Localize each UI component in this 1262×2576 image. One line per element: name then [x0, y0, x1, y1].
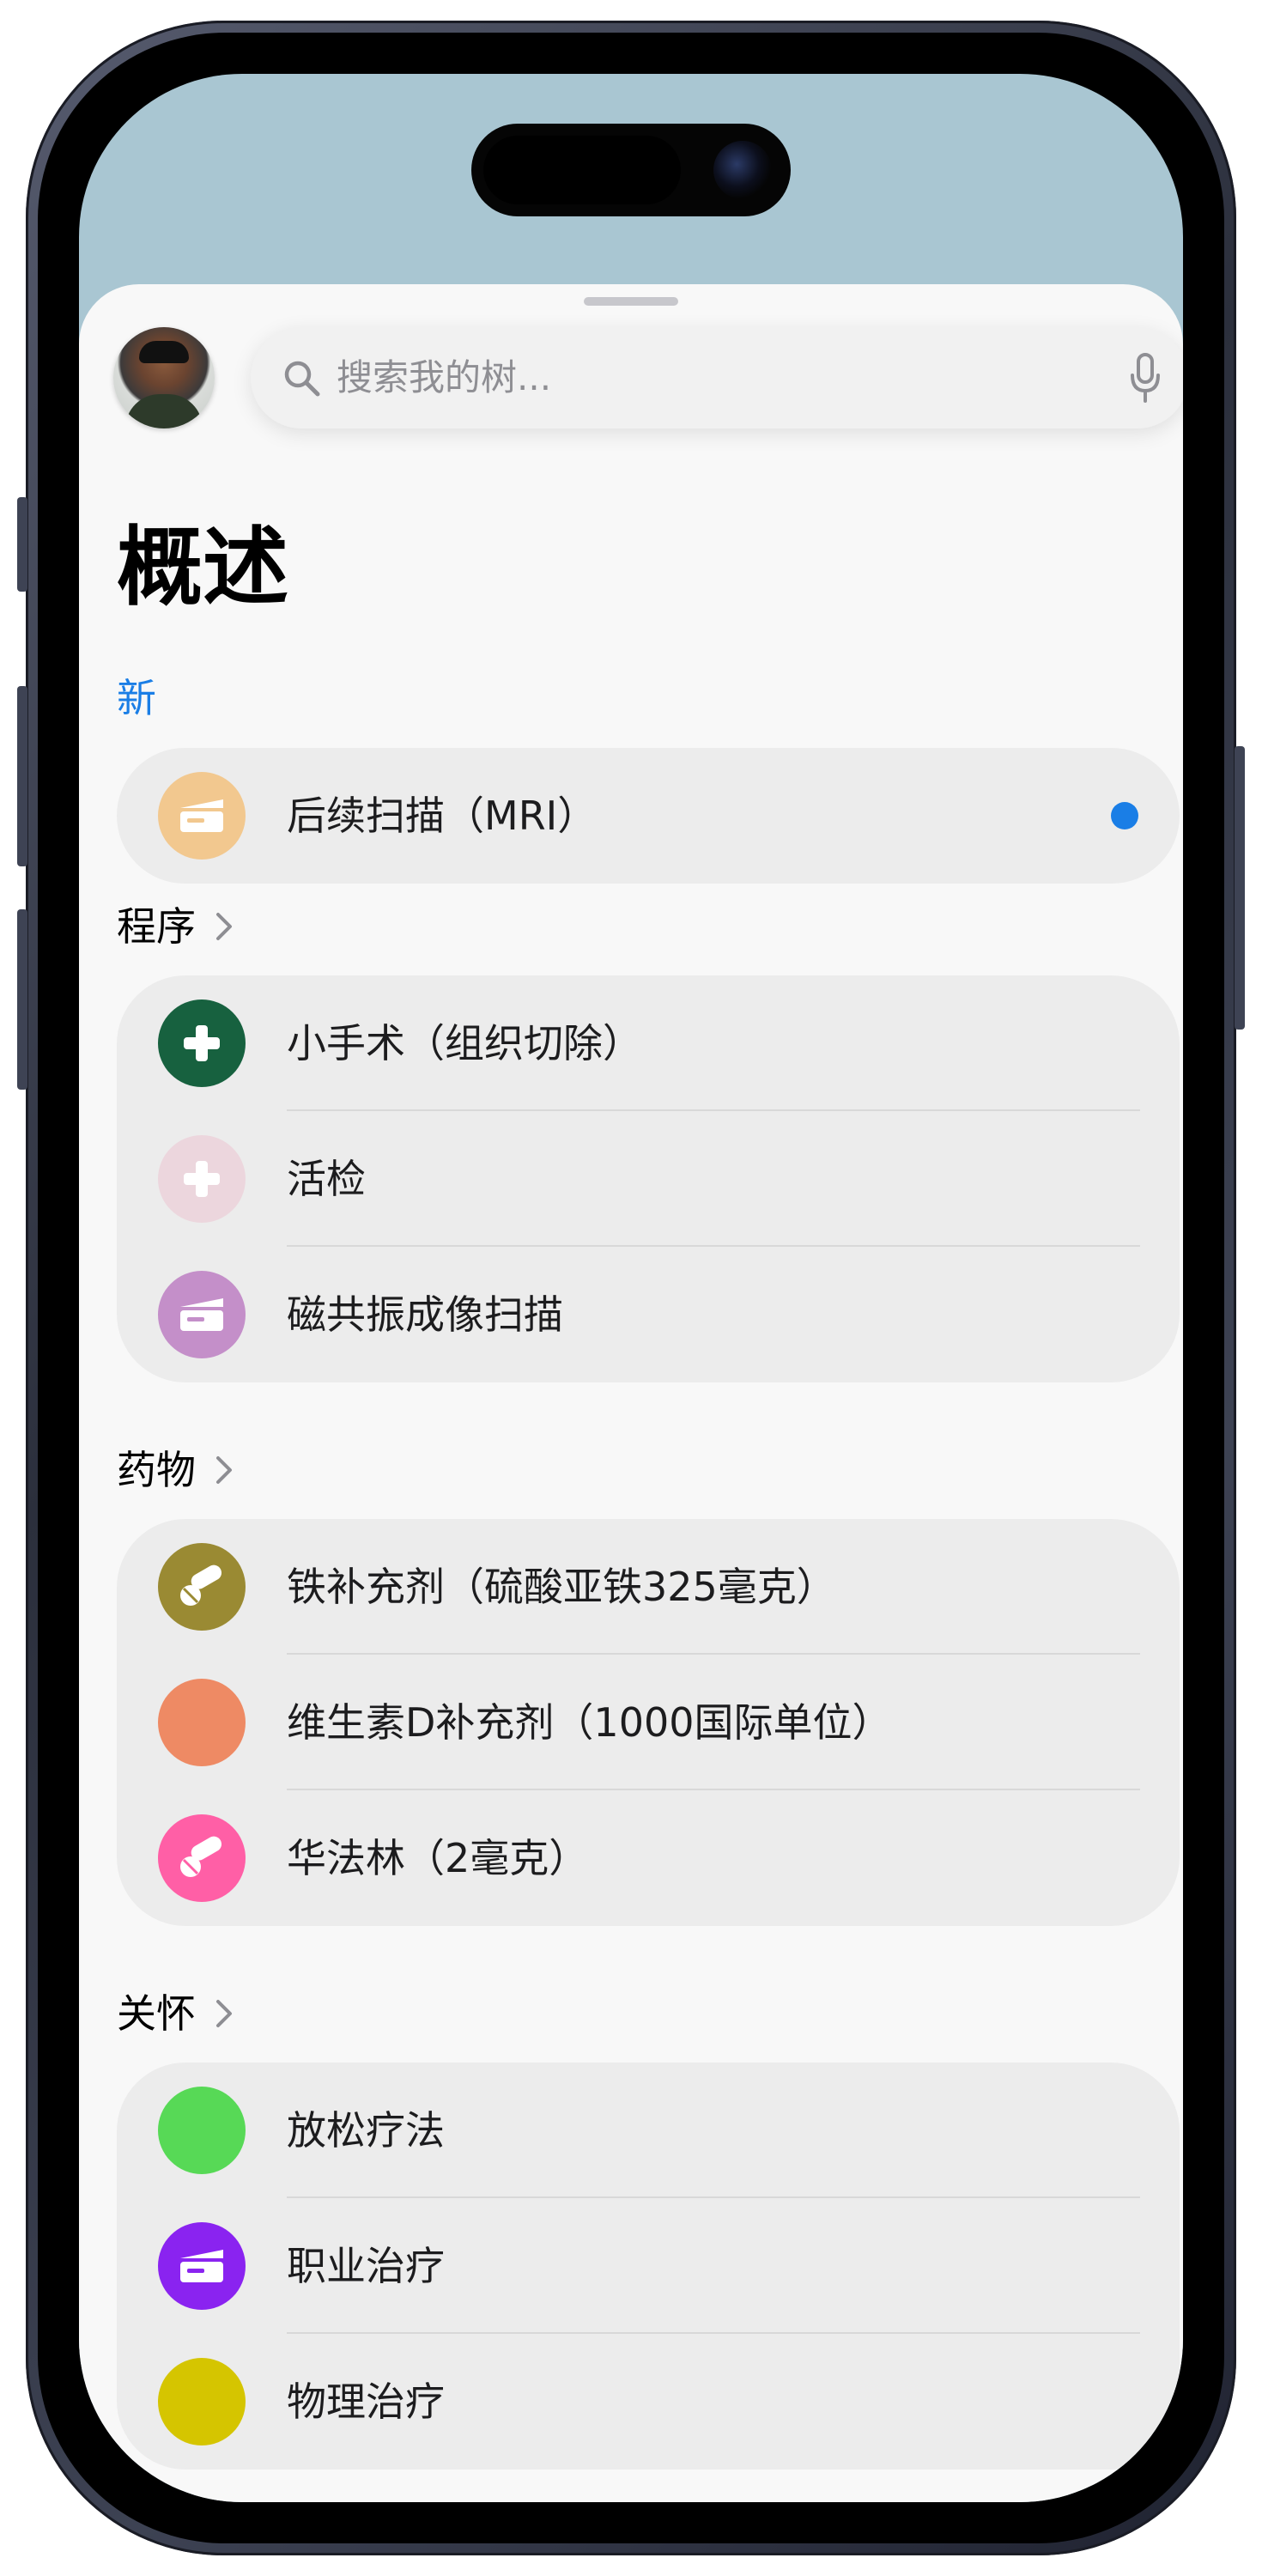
avatar[interactable] — [113, 327, 215, 428]
search-bar[interactable]: 搜索我的树... — [251, 327, 1183, 428]
list-item-label: 职业治疗 — [287, 2243, 445, 2289]
screen-bezel: 搜索我的树... 概述 新 后续扫描（MRI） 程序 小手术（组织切除） 活检 … — [38, 33, 1224, 2543]
dynamic-island — [471, 124, 791, 216]
camera-icon — [713, 141, 772, 199]
medical-cross-icon — [158, 1135, 246, 1223]
list-item-label: 活检 — [287, 1156, 366, 1202]
scanner-icon — [158, 1271, 246, 1358]
section-header-care[interactable]: 关怀 — [117, 1988, 235, 2039]
pills-icon — [158, 1814, 246, 1902]
sheet-grabber[interactable] — [584, 297, 678, 306]
screen: 搜索我的树... 概述 新 后续扫描（MRI） 程序 小手术（组织切除） 活检 … — [79, 74, 1183, 2502]
phone-frame: 搜索我的树... 概述 新 后续扫描（MRI） 程序 小手术（组织切除） 活检 … — [17, 21, 1245, 2555]
overview-sheet: 搜索我的树... 概述 新 后续扫描（MRI） 程序 小手术（组织切除） 活检 … — [79, 284, 1183, 2502]
list-item-label: 维生素D补充剂（1000国际单位） — [287, 1699, 892, 1746]
avatar-body — [125, 394, 203, 428]
care-card: 放松疗法 职业治疗 物理治疗 — [117, 2063, 1180, 2470]
list-item-label: 后续扫描（MRI） — [287, 793, 598, 839]
page-title: 概述 — [117, 517, 288, 617]
list-item-label: 小手术（组织切除） — [287, 1020, 642, 1066]
medical-cross-icon — [158, 999, 246, 1087]
circle-icon — [158, 1679, 246, 1766]
circle-icon — [158, 2087, 246, 2174]
section-label: 药物 — [117, 1447, 196, 1493]
scanner-icon — [158, 772, 246, 860]
list-item[interactable]: 后续扫描（MRI） — [117, 748, 1180, 884]
list-item[interactable]: 磁共振成像扫描 — [117, 1247, 1180, 1382]
list-item-label: 物理治疗 — [287, 2379, 445, 2425]
list-item-label: 铁补充剂（硫酸亚铁325毫克） — [287, 1564, 836, 1610]
section-label: 关怀 — [117, 1990, 196, 2037]
list-item[interactable]: 维生素D补充剂（1000国际单位） — [117, 1655, 1180, 1790]
section-label: 新 — [117, 675, 156, 721]
list-item[interactable]: 小手术（组织切除） — [117, 975, 1180, 1111]
island-pill — [483, 136, 681, 204]
scanner-icon — [158, 2222, 246, 2310]
list-item-label: 磁共振成像扫描 — [287, 1291, 563, 1338]
pills-icon — [158, 1543, 246, 1631]
list-item[interactable]: 华法林（2毫克） — [117, 1790, 1180, 1926]
new-card: 后续扫描（MRI） — [117, 748, 1180, 884]
section-label: 程序 — [117, 903, 196, 950]
list-item[interactable]: 活检 — [117, 1111, 1180, 1247]
unread-indicator — [1111, 802, 1138, 829]
avatar-hair — [139, 341, 189, 363]
chevron-right-icon — [216, 1456, 232, 1484]
list-item-label: 华法林（2毫克） — [287, 1835, 589, 1881]
action-button — [17, 497, 27, 592]
list-item[interactable]: 铁补充剂（硫酸亚铁325毫克） — [117, 1519, 1180, 1655]
volume-down-button — [17, 909, 27, 1090]
circle-icon — [158, 2358, 246, 2445]
search-input[interactable]: 搜索我的树... — [337, 351, 551, 404]
microphone-icon[interactable] — [1128, 351, 1162, 404]
list-item-label: 放松疗法 — [287, 2107, 445, 2154]
list-item[interactable]: 放松疗法 — [117, 2063, 1180, 2198]
list-item[interactable]: 物理治疗 — [117, 2334, 1180, 2470]
volume-up-button — [17, 686, 27, 866]
procedures-card: 小手术（组织切除） 活检 磁共振成像扫描 — [117, 975, 1180, 1382]
search-icon — [284, 361, 320, 397]
section-header-new: 新 — [117, 672, 156, 724]
section-header-procedures[interactable]: 程序 — [117, 901, 235, 952]
list-item[interactable]: 职业治疗 — [117, 2198, 1180, 2334]
power-button — [1235, 746, 1245, 1030]
medications-card: 铁补充剂（硫酸亚铁325毫克） 维生素D补充剂（1000国际单位） 华法林（2毫… — [117, 1519, 1180, 1926]
chevron-right-icon — [216, 913, 232, 940]
chevron-right-icon — [216, 2000, 232, 2027]
section-header-medications[interactable]: 药物 — [117, 1444, 235, 1496]
